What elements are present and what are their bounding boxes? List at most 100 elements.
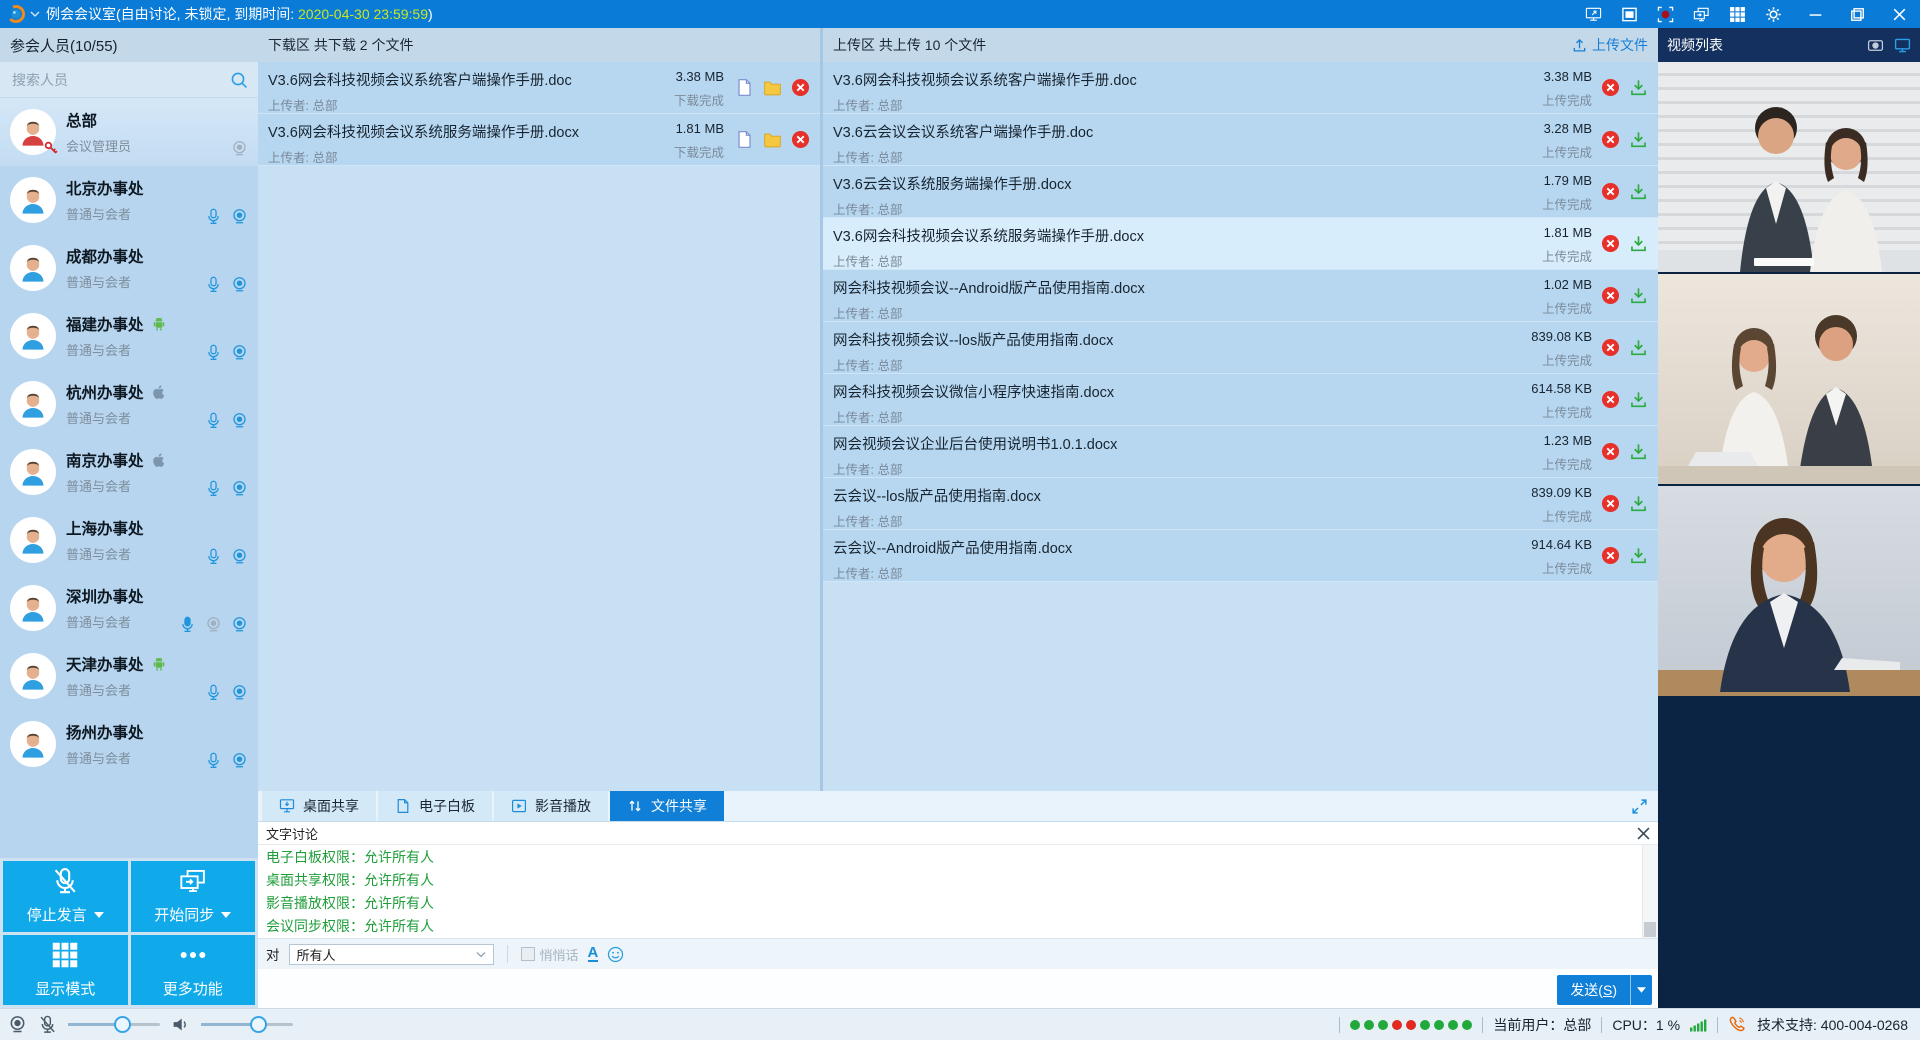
- participant-row[interactable]: 总部 会议管理员: [0, 98, 258, 166]
- delete-icon[interactable]: [1601, 546, 1620, 565]
- mic-icon[interactable]: [205, 548, 222, 565]
- mic-icon[interactable]: [205, 752, 222, 769]
- file-row[interactable]: V3.6网会科技视频会议系统服务端操作手册.docx 上传者: 总部 1.81 …: [258, 114, 820, 166]
- participant-row[interactable]: 南京办事处 普通与会者: [0, 438, 258, 506]
- mic-icon[interactable]: [205, 344, 222, 361]
- delete-icon[interactable]: [1601, 338, 1620, 357]
- tab-影音播放[interactable]: 影音播放: [494, 791, 610, 821]
- folder-icon[interactable]: [763, 130, 782, 149]
- mic-off-icon[interactable]: [38, 1015, 57, 1034]
- file-row[interactable]: V3.6网会科技视频会议系统客户端操作手册.doc 上传者: 总部 3.38 M…: [258, 62, 820, 114]
- message-input[interactable]: [260, 971, 1568, 1006]
- webcam-icon[interactable]: [231, 276, 248, 293]
- webcam-icon[interactable]: [231, 616, 248, 633]
- scrollbar-thumb[interactable]: [1644, 922, 1656, 937]
- delete-icon[interactable]: [791, 78, 810, 97]
- maximize-icon[interactable]: [1849, 6, 1866, 23]
- webcam-icon[interactable]: [1867, 37, 1884, 54]
- mic-volume-slider[interactable]: [68, 1023, 160, 1026]
- webcam-icon[interactable]: [231, 412, 248, 429]
- download-icon[interactable]: [1629, 338, 1648, 357]
- slider-knob[interactable]: [114, 1016, 131, 1033]
- delete-icon[interactable]: [1601, 494, 1620, 513]
- close-icon[interactable]: [1637, 827, 1650, 840]
- file-row[interactable]: V3.6云会议会议系统客户端操作手册.doc 上传者: 总部 3.28 MB 上…: [823, 114, 1658, 166]
- delete-icon[interactable]: [791, 130, 810, 149]
- speaker-volume-slider[interactable]: [201, 1023, 293, 1026]
- record-icon[interactable]: [1657, 6, 1674, 23]
- doc-icon[interactable]: [735, 78, 754, 97]
- webcam-icon[interactable]: [231, 684, 248, 701]
- mic-icon[interactable]: [205, 684, 222, 701]
- chat-scrollbar[interactable]: [1642, 845, 1658, 938]
- mic-icon[interactable]: [205, 480, 222, 497]
- webcam-icon[interactable]: [231, 344, 248, 361]
- download-icon[interactable]: [1629, 234, 1648, 253]
- start-sync-button[interactable]: 开始同步: [131, 861, 256, 932]
- file-row[interactable]: 网会科技视频会议微信小程序快速指南.docx 上传者: 总部 614.58 KB…: [823, 374, 1658, 426]
- folder-icon[interactable]: [763, 78, 782, 97]
- delete-icon[interactable]: [1601, 442, 1620, 461]
- expand-icon[interactable]: [1631, 798, 1648, 815]
- sync-screens-icon[interactable]: [1693, 6, 1710, 23]
- video-thumbnail[interactable]: [1658, 274, 1920, 484]
- participant-row[interactable]: 成都办事处 普通与会者: [0, 234, 258, 302]
- delete-icon[interactable]: [1601, 182, 1620, 201]
- download-icon[interactable]: [1629, 182, 1648, 201]
- download-icon[interactable]: [1629, 494, 1648, 513]
- mic-icon[interactable]: [205, 208, 222, 225]
- file-row[interactable]: V3.6网会科技视频会议系统客户端操作手册.doc 上传者: 总部 3.38 M…: [823, 62, 1658, 114]
- webcam-icon[interactable]: [231, 752, 248, 769]
- download-icon[interactable]: [1629, 78, 1648, 97]
- mic-icon[interactable]: [205, 412, 222, 429]
- download-icon[interactable]: [1629, 442, 1648, 461]
- settings-icon[interactable]: [1765, 6, 1782, 23]
- mic-icon[interactable]: [205, 276, 222, 293]
- file-row[interactable]: 网会科技视频会议--los版产品使用指南.docx 上传者: 总部 839.08…: [823, 322, 1658, 374]
- search-input[interactable]: [10, 71, 230, 89]
- participant-row[interactable]: 北京办事处 普通与会者: [0, 166, 258, 234]
- font-icon[interactable]: A: [588, 946, 599, 962]
- file-row[interactable]: 云会议--los版产品使用指南.docx 上传者: 总部 839.09 KB 上…: [823, 478, 1658, 530]
- file-row[interactable]: V3.6网会科技视频会议系统服务端操作手册.docx 上传者: 总部 1.81 …: [823, 218, 1658, 270]
- send-button[interactable]: 发送(S): [1557, 975, 1652, 1005]
- delete-icon[interactable]: [1601, 130, 1620, 149]
- emoji-icon[interactable]: [607, 946, 624, 963]
- speaker-icon[interactable]: [171, 1015, 190, 1034]
- remote-desktop-icon[interactable]: [1585, 6, 1602, 23]
- tab-电子白板[interactable]: 电子白板: [378, 791, 494, 821]
- delete-icon[interactable]: [1601, 234, 1620, 253]
- video-thumbnail[interactable]: [1658, 62, 1920, 272]
- file-row[interactable]: V3.6云会议系统服务端操作手册.docx 上传者: 总部 1.79 MB 上传…: [823, 166, 1658, 218]
- participant-row[interactable]: 天津办事处 普通与会者: [0, 642, 258, 710]
- mic-on-icon[interactable]: [179, 616, 196, 633]
- participant-row[interactable]: 扬州办事处 普通与会者: [0, 710, 258, 778]
- file-row[interactable]: 云会议--Android版产品使用指南.docx 上传者: 总部 914.64 …: [823, 530, 1658, 582]
- send-options-arrow[interactable]: [1630, 975, 1652, 1005]
- whisper-checkbox[interactable]: [521, 947, 535, 961]
- whisper-option[interactable]: 悄悄话: [521, 945, 579, 964]
- doc-icon[interactable]: [735, 130, 754, 149]
- tab-桌面共享[interactable]: 桌面共享: [262, 791, 378, 821]
- close-icon[interactable]: [1891, 6, 1908, 23]
- participant-row[interactable]: 深圳办事处 普通与会者: [0, 574, 258, 642]
- window-mode-icon[interactable]: [1621, 6, 1638, 23]
- download-icon[interactable]: [1629, 286, 1648, 305]
- delete-icon[interactable]: [1601, 78, 1620, 97]
- chevron-down-icon[interactable]: [30, 10, 40, 18]
- participant-row[interactable]: 杭州办事处 普通与会者: [0, 370, 258, 438]
- search-icon[interactable]: [230, 71, 248, 89]
- download-icon[interactable]: [1629, 130, 1648, 149]
- monitor-icon[interactable]: [1894, 37, 1911, 54]
- upload-file-button[interactable]: 上传文件: [1572, 35, 1648, 55]
- delete-icon[interactable]: [1601, 286, 1620, 305]
- delete-icon[interactable]: [1601, 390, 1620, 409]
- file-row[interactable]: 网会视频会议企业后台使用说明书1.0.1.docx 上传者: 总部 1.23 M…: [823, 426, 1658, 478]
- webcam-icon[interactable]: [8, 1015, 27, 1034]
- webcam-icon[interactable]: [231, 548, 248, 565]
- participant-row[interactable]: 上海办事处 普通与会者: [0, 506, 258, 574]
- tab-文件共享[interactable]: 文件共享: [610, 791, 726, 821]
- webcam-icon[interactable]: [205, 616, 222, 633]
- minimize-icon[interactable]: [1807, 6, 1824, 23]
- recipient-select[interactable]: 所有人: [289, 944, 494, 965]
